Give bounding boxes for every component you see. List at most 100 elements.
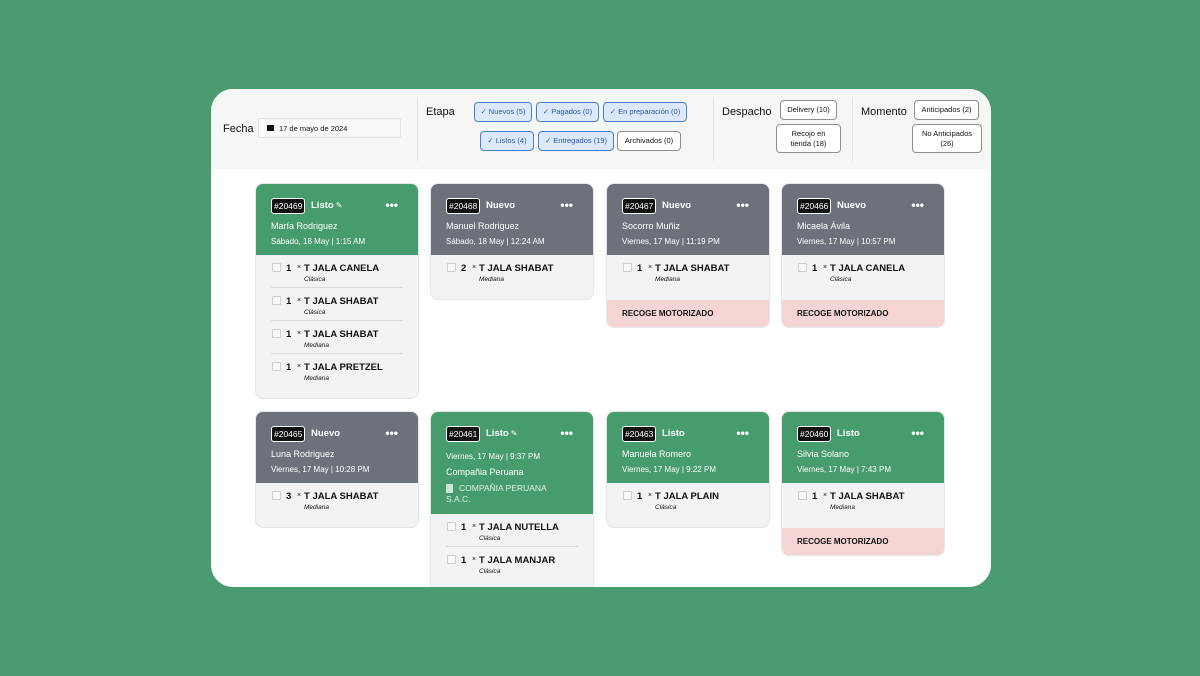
chip-recojo-en-tienda[interactable]: Recojo en tienda (18) bbox=[776, 124, 841, 153]
order-status: Nuevo bbox=[837, 200, 867, 211]
more-options-icon[interactable]: ••• bbox=[385, 426, 398, 440]
item-checkbox[interactable] bbox=[447, 555, 456, 564]
more-options-icon[interactable]: ••• bbox=[560, 198, 573, 212]
pickup-banner: RECOGE MOTORIZADO bbox=[782, 300, 944, 327]
order-status: Listo bbox=[662, 428, 685, 439]
item-qty: 1 bbox=[286, 263, 292, 274]
more-options-icon[interactable]: ••• bbox=[560, 426, 573, 440]
item-variant: Mediana bbox=[304, 375, 329, 382]
chip-entregados[interactable]: ✓ Entregados (19) bbox=[538, 131, 614, 151]
list-item: 1 × T JALA PLAIN Clásica bbox=[622, 483, 754, 516]
order-card-header: #20466 Nuevo ••• Micaela Ávila Viernes, … bbox=[782, 184, 944, 255]
order-card-header: #20468 Nuevo ••• Manuel Rodriguez Sábado… bbox=[431, 184, 593, 255]
momento-label: Momento bbox=[861, 106, 907, 118]
chip-label: Archivados (0) bbox=[624, 136, 674, 145]
item-checkbox[interactable] bbox=[272, 263, 281, 272]
customer-name: Micaela Ávila bbox=[797, 221, 851, 231]
order-card[interactable]: #20468 Nuevo ••• Manuel Rodriguez Sábado… bbox=[430, 183, 594, 300]
chip-label: No Anticipados (26) bbox=[921, 128, 973, 148]
item-checkbox[interactable] bbox=[272, 491, 281, 500]
order-card[interactable]: #20466 Nuevo ••• Micaela Ávila Viernes, … bbox=[781, 183, 945, 328]
times-icon: × bbox=[297, 492, 302, 499]
chip-anticipados[interactable]: Anticipados (2) bbox=[914, 100, 979, 120]
chip-nuevos[interactable]: ✓ Nuevos (5) bbox=[474, 102, 532, 122]
date-picker[interactable]: 17 de mayo de 2024 bbox=[258, 118, 401, 138]
order-status: Nuevo bbox=[486, 200, 516, 211]
item-variant: Clásica bbox=[830, 276, 852, 283]
building-icon bbox=[446, 484, 453, 493]
item-checkbox[interactable] bbox=[272, 296, 281, 305]
chip-label: Entregados (19) bbox=[553, 136, 608, 145]
more-options-icon[interactable]: ••• bbox=[736, 426, 749, 440]
item-variant: Clásica bbox=[655, 504, 677, 511]
item-qty: 1 bbox=[286, 296, 292, 307]
order-date: Viernes, 17 May | 7:43 PM bbox=[797, 465, 891, 474]
calendar-icon bbox=[267, 125, 274, 131]
etapa-filter: Etapa ✓ Nuevos (5) ✓ Pagados (0) ✓ En prepa… bbox=[418, 89, 713, 169]
date-value: 17 de mayo de 2024 bbox=[279, 123, 348, 133]
more-options-icon[interactable]: ••• bbox=[736, 198, 749, 212]
order-card-header: #20469 Listo ✎ ••• María Rodriguez Sábado… bbox=[256, 184, 418, 255]
order-items: 2 × T JALA SHABAT Mediana bbox=[431, 255, 593, 288]
chip-en-preparacion[interactable]: ✓ En preparación (0) bbox=[603, 102, 687, 122]
item-checkbox[interactable] bbox=[447, 263, 456, 272]
list-item: 1 × T JALA NUTELLA Clásica bbox=[446, 514, 578, 547]
item-variant: Mediana bbox=[655, 276, 680, 283]
chip-delivery[interactable]: Delivery (10) bbox=[780, 100, 837, 120]
order-card-header: #20465 Nuevo ••• Luna Rodriguez Viernes,… bbox=[256, 412, 418, 483]
order-card[interactable]: #20461 Listo ✎ ••• Viernes, 17 May | 9:37… bbox=[430, 411, 594, 587]
order-items: 1 × T JALA CANELA Clásica bbox=[782, 255, 944, 300]
order-status: Listo ✎ bbox=[311, 200, 342, 211]
customer-name: Manuela Romero bbox=[622, 449, 692, 459]
order-card[interactable]: #20467 Nuevo ••• Socorro Muñiz Viernes, … bbox=[606, 183, 770, 328]
filter-bar: Fecha 17 de mayo de 2024 Etapa ✓ Nuevos (… bbox=[211, 89, 991, 169]
chip-archivados[interactable]: Archivados (0) bbox=[617, 131, 681, 151]
item-variant: Clásica bbox=[304, 309, 326, 316]
etapa-label: Etapa bbox=[426, 106, 455, 118]
item-qty: 1 bbox=[461, 555, 467, 566]
times-icon: × bbox=[648, 264, 653, 271]
more-options-icon[interactable]: ••• bbox=[911, 198, 924, 212]
order-card[interactable]: #20465 Nuevo ••• Luna Rodriguez Viernes,… bbox=[255, 411, 419, 528]
order-id-badge: #20466 bbox=[797, 198, 832, 214]
order-date: Sábado, 18 May | 12:24 AM bbox=[446, 237, 545, 246]
order-card[interactable]: #20460 Listo ••• Silvia Solano Viernes, … bbox=[781, 411, 945, 556]
more-options-icon[interactable]: ••• bbox=[385, 198, 398, 212]
pickup-banner: RECOGE MOTORIZADO bbox=[782, 528, 944, 555]
more-options-icon[interactable]: ••• bbox=[911, 426, 924, 440]
momento-filter: Momento Anticipados (2) No Anticipados (… bbox=[853, 89, 991, 169]
order-id-badge: #20467 bbox=[622, 198, 657, 214]
chip-listos[interactable]: ✓ Listos (4) bbox=[480, 131, 534, 151]
order-status: Listo ✎ bbox=[486, 428, 517, 439]
order-card[interactable]: #20463 Listo ••• Manuela Romero Viernes,… bbox=[606, 411, 770, 528]
fecha-filter: Fecha 17 de mayo de 2024 bbox=[211, 89, 417, 169]
item-variant: Mediana bbox=[304, 342, 329, 349]
item-variant: Mediana bbox=[479, 276, 504, 283]
order-date: Viernes, 17 May | 9:22 PM bbox=[622, 465, 716, 474]
order-items: 1 × T JALA PLAIN Clásica bbox=[607, 483, 769, 516]
chip-label: Delivery (10) bbox=[787, 105, 830, 114]
item-checkbox[interactable] bbox=[447, 522, 456, 531]
item-checkbox[interactable] bbox=[272, 329, 281, 338]
list-item: 2 × T JALA SHABAT Mediana bbox=[446, 255, 578, 288]
pencil-icon[interactable]: ✎ bbox=[336, 201, 343, 210]
item-checkbox[interactable] bbox=[272, 362, 281, 371]
times-icon: × bbox=[823, 492, 828, 499]
order-card[interactable]: #20469 Listo ✎ ••• María Rodriguez Sábado… bbox=[255, 183, 419, 399]
item-checkbox[interactable] bbox=[623, 491, 632, 500]
times-icon: × bbox=[472, 523, 477, 530]
item-qty: 1 bbox=[812, 491, 818, 502]
pencil-icon[interactable]: ✎ bbox=[511, 429, 518, 438]
order-id-badge: #20461 bbox=[446, 426, 481, 442]
item-checkbox[interactable] bbox=[623, 263, 632, 272]
item-qty: 1 bbox=[637, 263, 643, 274]
item-checkbox[interactable] bbox=[798, 263, 807, 272]
item-qty: 1 bbox=[637, 491, 643, 502]
item-checkbox[interactable] bbox=[798, 491, 807, 500]
order-status: Listo bbox=[837, 428, 860, 439]
list-item: 1 × T JALA CANELA Clásica bbox=[271, 255, 403, 288]
chip-pagados[interactable]: ✓ Pagados (0) bbox=[536, 102, 599, 122]
order-status: Nuevo bbox=[311, 428, 341, 439]
chip-label: Pagados (0) bbox=[551, 107, 593, 116]
chip-no-anticipados[interactable]: No Anticipados (26) bbox=[912, 124, 982, 153]
